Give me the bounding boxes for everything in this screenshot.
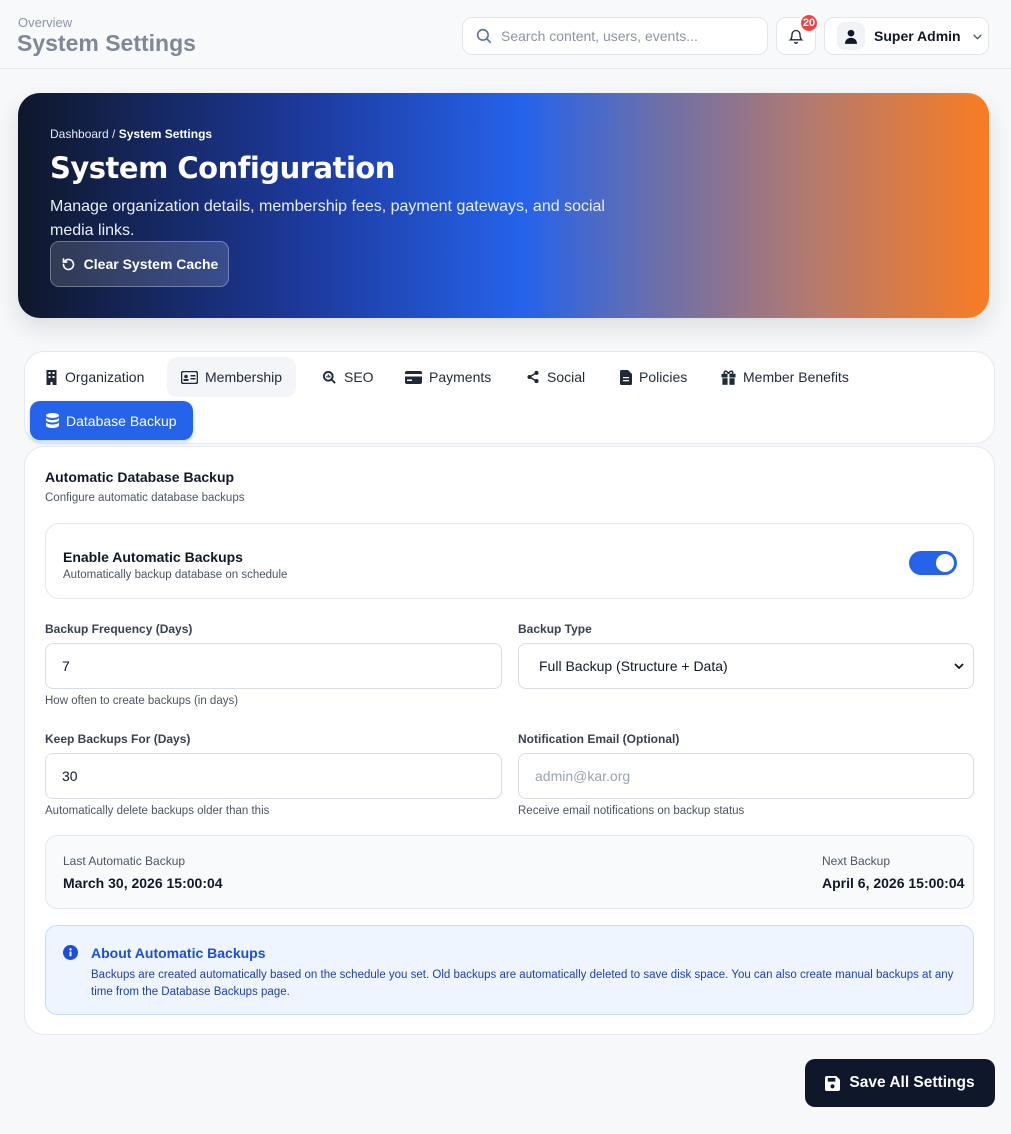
refresh-icon — [62, 257, 74, 270]
search-icon — [476, 28, 492, 44]
info-text: Backups are created automatically based … — [91, 969, 954, 998]
info-box: About Automatic Backups Backups are crea… — [45, 925, 974, 1015]
backup-settings-panel: Automatic Database Backup Configure auto… — [24, 446, 995, 1035]
email-label: Notification Email (Optional) — [518, 732, 680, 746]
save-label: Save All Settings — [849, 1074, 975, 1091]
gift-icon — [721, 370, 736, 385]
hero-banner: Dashboard / System Settings System Confi… — [18, 93, 989, 318]
avatar — [837, 22, 865, 50]
tab-seo[interactable]: SEO — [308, 357, 388, 397]
credit-card-icon — [405, 370, 422, 384]
page-title: System Settings — [17, 30, 196, 56]
tab-label: Social — [547, 369, 586, 385]
tab-label: Organization — [65, 369, 145, 385]
last-backup-label: Last Automatic Backup — [63, 854, 186, 868]
tab-database-backup[interactable]: Database Backup — [30, 401, 193, 440]
chevron-down-icon — [954, 663, 964, 670]
id-card-icon — [181, 370, 198, 384]
section-title: Automatic Database Backup — [45, 469, 235, 485]
tab-membership[interactable]: Membership — [167, 357, 297, 397]
enable-backups-toggle[interactable] — [909, 551, 957, 575]
email-help: Receive email notifications on backup st… — [518, 805, 745, 817]
tab-label: Membership — [205, 369, 283, 385]
enable-backups-title: Enable Automatic Backups — [63, 549, 243, 565]
search-input[interactable] — [501, 28, 751, 44]
keep-days-input[interactable] — [45, 753, 502, 799]
share-icon — [527, 370, 539, 384]
breadcrumb-current: System Settings — [118, 127, 213, 141]
search-chart-icon — [322, 370, 336, 384]
frequency-help: How often to create backups (in days) — [45, 695, 239, 707]
backup-status-box: Last Automatic Backup March 30, 2026 15:… — [45, 835, 974, 909]
tab-social[interactable]: Social — [512, 357, 599, 397]
hero-title: System Configuration — [50, 151, 395, 185]
notification-email-input[interactable] — [518, 753, 974, 799]
enable-backups-subtitle: Automatically backup database on schedul… — [63, 569, 288, 581]
tab-label: Payments — [429, 369, 492, 385]
clear-cache-label: Clear System Cache — [83, 256, 219, 272]
user-menu-button[interactable]: Super Admin — [824, 17, 989, 55]
info-title: About Automatic Backups — [91, 945, 266, 961]
overview-label: Overview — [18, 15, 73, 30]
next-backup-value: April 6, 2026 15:00:04 — [822, 875, 965, 891]
tab-label: Policies — [639, 369, 688, 385]
info-icon — [63, 945, 78, 960]
chevron-down-icon — [972, 33, 982, 40]
keep-label: Keep Backups For (Days) — [45, 732, 191, 746]
section-subtitle: Configure automatic database backups — [45, 492, 245, 504]
tab-payments[interactable]: Payments — [391, 357, 505, 397]
tab-member-benefits[interactable]: Member Benefits — [707, 357, 863, 397]
breadcrumb-dashboard[interactable]: Dashboard — [50, 127, 109, 141]
document-icon — [620, 369, 632, 385]
settings-tabs: Organization Membership SEO Payments Soc… — [24, 351, 995, 444]
save-all-settings-button[interactable]: Save All Settings — [805, 1059, 995, 1107]
tab-label: Database Backup — [66, 412, 177, 429]
save-icon — [825, 1075, 841, 1091]
user-icon — [845, 29, 857, 44]
top-bar: Overview System Settings 20 Super Admin — [0, 0, 1011, 69]
toggle-knob — [936, 554, 954, 572]
notification-count-badge: 20 — [799, 13, 819, 33]
tab-organization[interactable]: Organization — [31, 357, 158, 397]
next-backup-label: Next Backup — [822, 854, 891, 868]
auto-backup-toggle-card: Enable Automatic Backups Automatically b… — [45, 523, 974, 599]
breadcrumb: Dashboard / System Settings — [50, 127, 212, 141]
search-box[interactable] — [462, 17, 768, 55]
last-backup-value: March 30, 2026 15:00:04 — [63, 875, 223, 891]
clear-cache-button[interactable]: Clear System Cache — [50, 241, 229, 287]
tab-label: Member Benefits — [743, 369, 849, 385]
breadcrumb-separator: / — [108, 127, 119, 141]
database-icon — [46, 413, 59, 428]
tab-label: SEO — [344, 369, 374, 385]
hero-subtitle: Manage organization details, membership … — [50, 198, 605, 239]
backup-type-value: Full Backup (Structure + Data) — [539, 658, 728, 674]
frequency-label: Backup Frequency (Days) — [45, 622, 193, 636]
tab-policies[interactable]: Policies — [606, 357, 701, 397]
building-icon — [46, 369, 57, 385]
keep-help: Automatically delete backups older than … — [45, 805, 270, 817]
backup-type-label: Backup Type — [518, 622, 592, 636]
user-name: Super Admin — [874, 28, 961, 44]
backup-type-select[interactable]: Full Backup (Structure + Data) — [518, 643, 974, 689]
frequency-input[interactable] — [45, 643, 502, 689]
